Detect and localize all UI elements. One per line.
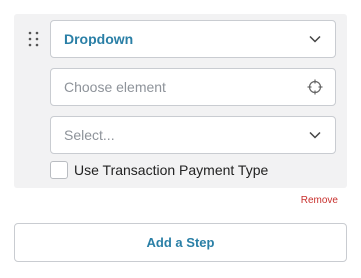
choose-element-picker[interactable]: Choose element bbox=[50, 68, 336, 106]
value-select-placeholder: Select... bbox=[64, 128, 115, 142]
checkbox-label: Use Transaction Payment Type bbox=[74, 162, 269, 178]
drag-handle-icon[interactable] bbox=[28, 31, 40, 49]
chevron-down-icon bbox=[307, 31, 323, 47]
chevron-down-icon bbox=[307, 127, 323, 143]
use-transaction-payment-type-checkbox[interactable] bbox=[50, 161, 68, 179]
step-type-select[interactable]: Dropdown bbox=[50, 20, 336, 58]
step-editor: Dropdown Choose element Select... Use Tr… bbox=[0, 0, 361, 278]
step-type-value: Dropdown bbox=[64, 32, 134, 46]
crosshair-icon[interactable] bbox=[307, 79, 323, 95]
remove-step-link[interactable]: Remove bbox=[301, 195, 338, 206]
add-step-label: Add a Step bbox=[146, 235, 215, 250]
add-step-button[interactable]: Add a Step bbox=[14, 223, 347, 262]
choose-element-placeholder: Choose element bbox=[64, 80, 166, 94]
value-select[interactable]: Select... bbox=[50, 116, 336, 154]
use-transaction-payment-type-option[interactable]: Use Transaction Payment Type bbox=[50, 159, 268, 181]
